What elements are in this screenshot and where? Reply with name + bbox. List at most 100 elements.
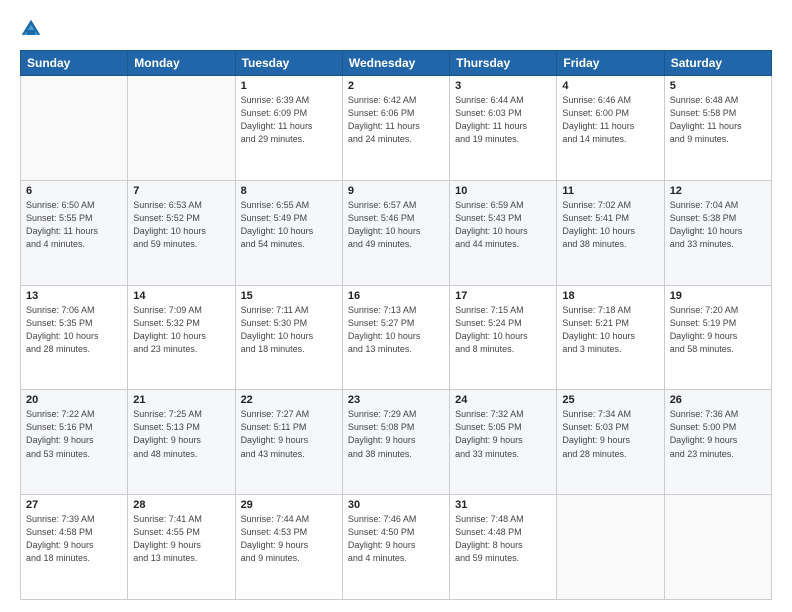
calendar-cell: 18 Sunrise: 7:18 AM Sunset: 5:21 PM Dayli… (557, 285, 664, 390)
day-number: 30 (348, 499, 444, 511)
day-number: 27 (26, 499, 122, 511)
day-info: Sunrise: 7:44 AM Sunset: 4:53 PM Dayligh… (241, 513, 337, 565)
day-info: Sunrise: 6:42 AM Sunset: 6:06 PM Dayligh… (348, 94, 444, 146)
day-info: Sunrise: 7:04 AM Sunset: 5:38 PM Dayligh… (670, 199, 766, 251)
week-row-2: 6Sunrise: 6:50 AM Sunset: 5:55 PM Daylig… (21, 180, 772, 285)
calendar-cell (557, 495, 664, 600)
day-info: Sunrise: 6:46 AM Sunset: 6:00 PM Dayligh… (562, 94, 658, 146)
day-info: Sunrise: 7:25 AM Sunset: 5:13 PM Dayligh… (133, 408, 229, 460)
calendar-cell: 23 Sunrise: 7:29 AM Sunset: 5:08 PM Dayli… (342, 390, 449, 495)
calendar-cell: 13Sunrise: 7:06 AM Sunset: 5:35 PM Dayli… (21, 285, 128, 390)
day-info: Sunrise: 7:11 AM Sunset: 5:30 PM Dayligh… (241, 304, 337, 356)
calendar-cell: 27 Sunrise: 7:39 AM Sunset: 4:58 PM Dayli… (21, 495, 128, 600)
day-number: 20 (26, 394, 122, 406)
day-number: 21 (133, 394, 229, 406)
weekday-header-thursday: Thursday (450, 51, 557, 76)
day-info: Sunrise: 7:29 AM Sunset: 5:08 PM Dayligh… (348, 408, 444, 460)
day-info: Sunrise: 7:18 AM Sunset: 5:21 PM Dayligh… (562, 304, 658, 356)
day-number: 13 (26, 290, 122, 302)
day-number: 17 (455, 290, 551, 302)
day-number: 12 (670, 185, 766, 197)
day-number: 7 (133, 185, 229, 197)
day-info: Sunrise: 6:44 AM Sunset: 6:03 PM Dayligh… (455, 94, 551, 146)
day-number: 16 (348, 290, 444, 302)
weekday-header-monday: Monday (128, 51, 235, 76)
day-info: Sunrise: 6:55 AM Sunset: 5:49 PM Dayligh… (241, 199, 337, 251)
logo (20, 18, 46, 40)
week-row-3: 13Sunrise: 7:06 AM Sunset: 5:35 PM Dayli… (21, 285, 772, 390)
calendar-cell: 8 Sunrise: 6:55 AM Sunset: 5:49 PM Daylig… (235, 180, 342, 285)
day-info: Sunrise: 7:46 AM Sunset: 4:50 PM Dayligh… (348, 513, 444, 565)
day-number: 3 (455, 80, 551, 92)
day-number: 15 (241, 290, 337, 302)
day-number: 8 (241, 185, 337, 197)
calendar-cell: 19 Sunrise: 7:20 AM Sunset: 5:19 PM Dayli… (664, 285, 771, 390)
weekday-header-wednesday: Wednesday (342, 51, 449, 76)
day-info: Sunrise: 7:36 AM Sunset: 5:00 PM Dayligh… (670, 408, 766, 460)
calendar-cell: 1 Sunrise: 6:39 AM Sunset: 6:09 PM Daylig… (235, 76, 342, 181)
day-number: 11 (562, 185, 658, 197)
day-info: Sunrise: 6:53 AM Sunset: 5:52 PM Dayligh… (133, 199, 229, 251)
day-info: Sunrise: 7:20 AM Sunset: 5:19 PM Dayligh… (670, 304, 766, 356)
day-number: 5 (670, 80, 766, 92)
day-number: 23 (348, 394, 444, 406)
week-row-1: 1 Sunrise: 6:39 AM Sunset: 6:09 PM Daylig… (21, 76, 772, 181)
weekday-header-tuesday: Tuesday (235, 51, 342, 76)
calendar-cell: 31Sunrise: 7:48 AM Sunset: 4:48 PM Dayli… (450, 495, 557, 600)
calendar-cell: 30 Sunrise: 7:46 AM Sunset: 4:50 PM Dayli… (342, 495, 449, 600)
day-info: Sunrise: 7:39 AM Sunset: 4:58 PM Dayligh… (26, 513, 122, 565)
weekday-header-friday: Friday (557, 51, 664, 76)
day-info: Sunrise: 6:48 AM Sunset: 5:58 PM Dayligh… (670, 94, 766, 146)
calendar-cell: 12 Sunrise: 7:04 AM Sunset: 5:38 PM Dayli… (664, 180, 771, 285)
calendar-cell: 10 Sunrise: 6:59 AM Sunset: 5:43 PM Dayli… (450, 180, 557, 285)
calendar-cell: 29 Sunrise: 7:44 AM Sunset: 4:53 PM Dayli… (235, 495, 342, 600)
day-number: 2 (348, 80, 444, 92)
calendar-cell: 15 Sunrise: 7:11 AM Sunset: 5:30 PM Dayli… (235, 285, 342, 390)
day-number: 6 (26, 185, 122, 197)
day-number: 4 (562, 80, 658, 92)
day-info: Sunrise: 6:59 AM Sunset: 5:43 PM Dayligh… (455, 199, 551, 251)
calendar-cell: 17Sunrise: 7:15 AM Sunset: 5:24 PM Dayli… (450, 285, 557, 390)
day-number: 1 (241, 80, 337, 92)
day-info: Sunrise: 6:39 AM Sunset: 6:09 PM Dayligh… (241, 94, 337, 146)
day-number: 31 (455, 499, 551, 511)
calendar-cell: 26 Sunrise: 7:36 AM Sunset: 5:00 PM Dayli… (664, 390, 771, 495)
calendar-cell: 16 Sunrise: 7:13 AM Sunset: 5:27 PM Dayli… (342, 285, 449, 390)
day-number: 19 (670, 290, 766, 302)
calendar-cell: 25 Sunrise: 7:34 AM Sunset: 5:03 PM Dayli… (557, 390, 664, 495)
day-info: Sunrise: 7:32 AM Sunset: 5:05 PM Dayligh… (455, 408, 551, 460)
week-row-5: 27 Sunrise: 7:39 AM Sunset: 4:58 PM Dayli… (21, 495, 772, 600)
calendar-cell (664, 495, 771, 600)
day-number: 24 (455, 394, 551, 406)
calendar-cell: 11 Sunrise: 7:02 AM Sunset: 5:41 PM Dayli… (557, 180, 664, 285)
calendar-page: SundayMondayTuesdayWednesdayThursdayFrid… (0, 0, 792, 612)
calendar-cell: 14Sunrise: 7:09 AM Sunset: 5:32 PM Dayli… (128, 285, 235, 390)
day-info: Sunrise: 7:27 AM Sunset: 5:11 PM Dayligh… (241, 408, 337, 460)
day-number: 14 (133, 290, 229, 302)
calendar-table: SundayMondayTuesdayWednesdayThursdayFrid… (20, 50, 772, 600)
calendar-cell (21, 76, 128, 181)
weekday-header-row: SundayMondayTuesdayWednesdayThursdayFrid… (21, 51, 772, 76)
calendar-cell: 20 Sunrise: 7:22 AM Sunset: 5:16 PM Dayli… (21, 390, 128, 495)
day-number: 26 (670, 394, 766, 406)
day-number: 9 (348, 185, 444, 197)
day-number: 25 (562, 394, 658, 406)
day-number: 10 (455, 185, 551, 197)
day-info: Sunrise: 7:34 AM Sunset: 5:03 PM Dayligh… (562, 408, 658, 460)
week-row-4: 20 Sunrise: 7:22 AM Sunset: 5:16 PM Dayli… (21, 390, 772, 495)
logo-icon (20, 18, 42, 40)
calendar-cell: 28Sunrise: 7:41 AM Sunset: 4:55 PM Dayli… (128, 495, 235, 600)
day-number: 18 (562, 290, 658, 302)
calendar-cell: 9 Sunrise: 6:57 AM Sunset: 5:46 PM Daylig… (342, 180, 449, 285)
day-info: Sunrise: 6:57 AM Sunset: 5:46 PM Dayligh… (348, 199, 444, 251)
calendar-cell: 4 Sunrise: 6:46 AM Sunset: 6:00 PM Daylig… (557, 76, 664, 181)
day-number: 29 (241, 499, 337, 511)
day-info: Sunrise: 7:13 AM Sunset: 5:27 PM Dayligh… (348, 304, 444, 356)
day-info: Sunrise: 7:41 AM Sunset: 4:55 PM Dayligh… (133, 513, 229, 565)
day-info: Sunrise: 7:22 AM Sunset: 5:16 PM Dayligh… (26, 408, 122, 460)
day-info: Sunrise: 7:02 AM Sunset: 5:41 PM Dayligh… (562, 199, 658, 251)
calendar-cell: 6Sunrise: 6:50 AM Sunset: 5:55 PM Daylig… (21, 180, 128, 285)
header (20, 18, 772, 40)
calendar-cell: 3 Sunrise: 6:44 AM Sunset: 6:03 PM Daylig… (450, 76, 557, 181)
day-number: 22 (241, 394, 337, 406)
